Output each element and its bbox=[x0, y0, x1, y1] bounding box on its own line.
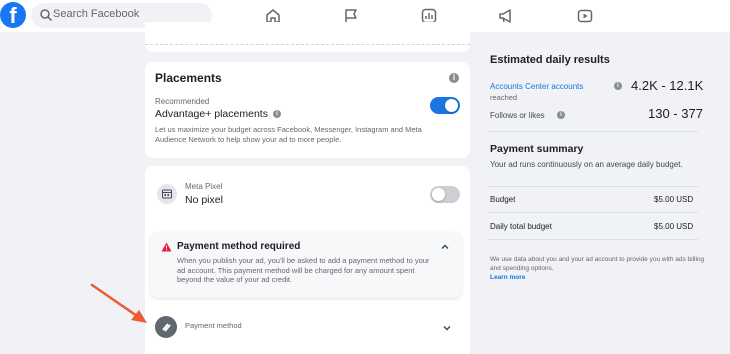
toggle-knob bbox=[432, 188, 445, 201]
section-divider bbox=[488, 212, 698, 213]
advantage-placements-label: Advantage+ placements bbox=[155, 108, 268, 120]
search-icon bbox=[40, 9, 53, 22]
daily-total-value: $5.00 USD bbox=[654, 222, 694, 231]
budget-label: Budget bbox=[490, 195, 516, 204]
facebook-logo[interactable]: f bbox=[0, 2, 26, 28]
section-divider bbox=[488, 131, 698, 132]
search-placeholder: Search Facebook bbox=[53, 8, 140, 20]
placements-title: Placements bbox=[155, 71, 222, 85]
reach-value: 4.2K - 12.1K bbox=[631, 78, 704, 93]
learn-more-link[interactable]: Learn more bbox=[490, 274, 525, 281]
follows-label: Follows or likes bbox=[490, 111, 545, 120]
billing-footnote: We use data about you and your ad accoun… bbox=[490, 256, 705, 272]
toggle-knob bbox=[445, 99, 458, 112]
accounts-center-link[interactable]: Accounts Center accounts bbox=[490, 82, 583, 91]
daily-total-label: Daily total budget bbox=[490, 222, 552, 231]
payment-summary-description: Your ad runs continuously on an average … bbox=[490, 160, 683, 169]
placements-card: Placements i Recommended Advantage+ plac… bbox=[145, 62, 470, 158]
section-divider bbox=[488, 186, 698, 187]
estimated-results-title: Estimated daily results bbox=[490, 54, 610, 66]
chevron-down-icon[interactable] bbox=[442, 323, 452, 333]
budget-value: $5.00 USD bbox=[654, 195, 694, 204]
payment-method-label: Payment method bbox=[185, 321, 242, 330]
meta-pixel-toggle[interactable] bbox=[430, 186, 460, 203]
meta-pixel-value: No pixel bbox=[185, 194, 223, 206]
pixel-icon bbox=[157, 184, 177, 204]
chevron-up-icon[interactable] bbox=[440, 242, 450, 252]
follows-info-icon[interactable]: i bbox=[557, 111, 565, 119]
payment-warning-text: When you publish your ad, you'll be aske… bbox=[177, 256, 430, 284]
payment-warning-box: Payment method required When you publish… bbox=[150, 232, 462, 298]
info-icon[interactable]: i bbox=[449, 73, 459, 83]
tracking-card: Meta Pixel No pixel Payment method requi… bbox=[145, 166, 470, 354]
warning-icon bbox=[161, 242, 172, 252]
payment-warning-title: Payment method required bbox=[177, 241, 301, 252]
megaphone-icon[interactable] bbox=[497, 7, 515, 25]
meta-pixel-caption: Meta Pixel bbox=[185, 182, 223, 191]
follows-value: 130 - 377 bbox=[648, 106, 703, 121]
reached-label: reached bbox=[490, 93, 518, 102]
payment-summary-title: Payment summary bbox=[490, 143, 584, 155]
reach-info-icon[interactable]: i bbox=[614, 82, 622, 90]
previous-section-card bbox=[145, 22, 470, 52]
advantage-info-icon[interactable]: i bbox=[273, 110, 281, 118]
annotation-arrow-icon bbox=[90, 283, 147, 323]
section-divider bbox=[488, 239, 698, 240]
placements-description: Let us maximize your budget across Faceb… bbox=[155, 125, 422, 144]
advantage-placements-toggle[interactable] bbox=[430, 97, 460, 114]
dashed-divider bbox=[145, 44, 470, 45]
recommended-label: Recommended bbox=[155, 97, 210, 106]
video-icon[interactable] bbox=[576, 7, 594, 25]
payment-method-icon bbox=[155, 316, 177, 338]
